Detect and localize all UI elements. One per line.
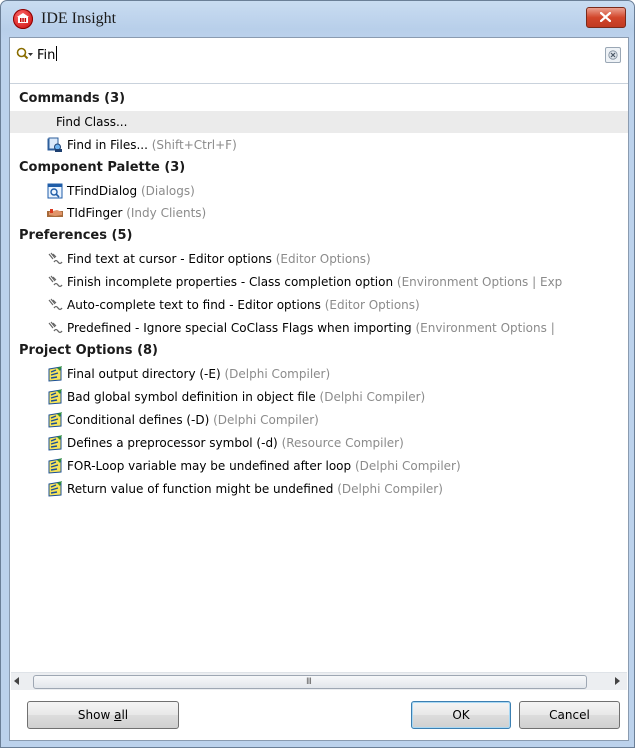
- scrollbar-grip: III: [306, 677, 312, 687]
- result-item-tfinddialog[interactable]: TFindDialog (Dialogs): [10, 180, 628, 202]
- preferences-icon: [48, 321, 63, 334]
- result-hint: (Delphi Compiler): [333, 482, 443, 496]
- show-all-button[interactable]: Show all: [27, 701, 179, 729]
- result-label: Return value of function might be undefi…: [67, 482, 334, 496]
- result-hint: (Dialogs): [137, 184, 195, 198]
- search-icon[interactable]: [16, 47, 34, 61]
- close-icon: [600, 12, 611, 22]
- project-options-icon: [48, 435, 62, 451]
- result-label: Auto-complete text to find - Editor opti…: [67, 298, 321, 312]
- ide-insight-window: IDE Insight Fin Commands (3) Find Class.…: [0, 0, 635, 748]
- scroll-right-arrow-icon[interactable]: [615, 677, 621, 685]
- search-input-value: Fin: [37, 48, 56, 63]
- project-options-icon: [48, 458, 62, 474]
- result-label: TFindDialog: [67, 184, 138, 198]
- result-label: Defines a preprocessor symbol (-d): [67, 436, 278, 450]
- show-all-label-prefix: Show: [77, 708, 115, 722]
- delphi-app-icon: [13, 9, 33, 29]
- finger-component-icon: [47, 209, 63, 217]
- clear-icon: [608, 50, 618, 60]
- find-dialog-component-icon: [47, 183, 63, 199]
- show-all-label-suffix: ll: [121, 708, 129, 722]
- result-hint: (Resource Compiler): [277, 436, 404, 450]
- group-header-commands: Commands (3): [19, 91, 126, 106]
- ok-button[interactable]: OK: [411, 701, 511, 729]
- preferences-icon: [48, 275, 63, 288]
- result-label: Find Class...: [56, 115, 128, 129]
- result-item-return-value-undefined[interactable]: Return value of function might be undefi…: [10, 478, 628, 500]
- result-hint: (Shift+Ctrl+F): [147, 138, 237, 152]
- result-hint: (Delphi Compiler): [351, 459, 461, 473]
- result-item-find-text-at-cursor[interactable]: Find text at cursor - Editor options (Ed…: [10, 248, 628, 270]
- cancel-button[interactable]: Cancel: [519, 701, 620, 729]
- dialog-client-area: Fin Commands (3) Find Class... Find in F…: [9, 37, 629, 741]
- preferences-icon: [48, 298, 63, 311]
- result-hint: (Environment Options |: [411, 321, 555, 335]
- title-bar[interactable]: IDE Insight: [1, 1, 634, 37]
- result-item-conditional-defines[interactable]: Conditional defines (-D) (Delphi Compile…: [10, 409, 628, 431]
- group-header-component-palette: Component Palette (3): [19, 160, 186, 175]
- result-hint: (Indy Clients): [122, 206, 207, 220]
- result-hint: (Delphi Compiler): [220, 367, 331, 381]
- result-item-tidfinger[interactable]: TIdFinger (Indy Clients): [10, 202, 628, 224]
- result-label: Finish incomplete properties - Class com…: [67, 275, 394, 289]
- project-options-icon: [48, 389, 62, 405]
- result-hint: (Delphi Compiler): [315, 390, 426, 404]
- find-in-files-icon: [47, 137, 62, 152]
- result-hint: (Delphi Compiler): [209, 413, 319, 427]
- result-item-for-loop-variable[interactable]: FOR-Loop variable may be undefined after…: [10, 455, 628, 477]
- result-label: Final output directory (-E): [67, 367, 221, 381]
- result-item-final-output-directory[interactable]: Final output directory (-E) (Delphi Comp…: [10, 363, 628, 385]
- search-divider: [10, 83, 628, 84]
- result-hint: (Editor Options): [320, 298, 420, 312]
- project-options-icon: [48, 481, 62, 497]
- clear-search-button[interactable]: [605, 47, 621, 63]
- text-caret: [56, 46, 58, 61]
- preferences-icon: [48, 252, 63, 265]
- result-item-bad-global-symbol[interactable]: Bad global symbol definition in object f…: [10, 386, 628, 408]
- results-list[interactable]: Commands (3) Find Class... Find in Files…: [10, 86, 628, 670]
- result-label: Predefined - Ignore special CoClass Flag…: [67, 321, 412, 335]
- result-item-defines-preprocessor-symbol[interactable]: Defines a preprocessor symbol (-d) (Reso…: [10, 432, 628, 454]
- result-hint: (Environment Options | Exp: [393, 275, 563, 289]
- group-header-project-options: Project Options (8): [19, 343, 158, 358]
- horizontal-scrollbar[interactable]: III: [11, 672, 627, 690]
- result-label: Find in Files...: [67, 138, 148, 152]
- group-header-preferences: Preferences (5): [19, 228, 133, 243]
- result-label: Conditional defines (-D): [67, 413, 210, 427]
- search-bar: Fin: [10, 38, 628, 70]
- result-item-find-in-files[interactable]: Find in Files... (Shift+Ctrl+F): [10, 134, 628, 156]
- close-button[interactable]: [586, 7, 626, 28]
- result-item-finish-incomplete-properties[interactable]: Finish incomplete properties - Class com…: [10, 271, 628, 293]
- search-input[interactable]: Fin: [37, 46, 58, 63]
- result-label: Find text at cursor - Editor options: [67, 252, 272, 266]
- scroll-left-arrow-icon[interactable]: [14, 677, 20, 685]
- result-item-auto-complete-text[interactable]: Auto-complete text to find - Editor opti…: [10, 294, 628, 316]
- window-title: IDE Insight: [41, 10, 117, 27]
- scrollbar-thumb[interactable]: III: [33, 675, 587, 689]
- result-hint: (Editor Options): [271, 252, 371, 266]
- result-item-find-class[interactable]: Find Class...: [10, 111, 628, 133]
- result-label: FOR-Loop variable may be undefined after…: [67, 459, 352, 473]
- result-item-predefined-ignore-coclass[interactable]: Predefined - Ignore special CoClass Flag…: [10, 317, 628, 339]
- project-options-icon: [48, 366, 62, 382]
- project-options-icon: [48, 412, 62, 428]
- result-label: TIdFinger: [67, 206, 123, 220]
- result-label: Bad global symbol definition in object f…: [67, 390, 316, 404]
